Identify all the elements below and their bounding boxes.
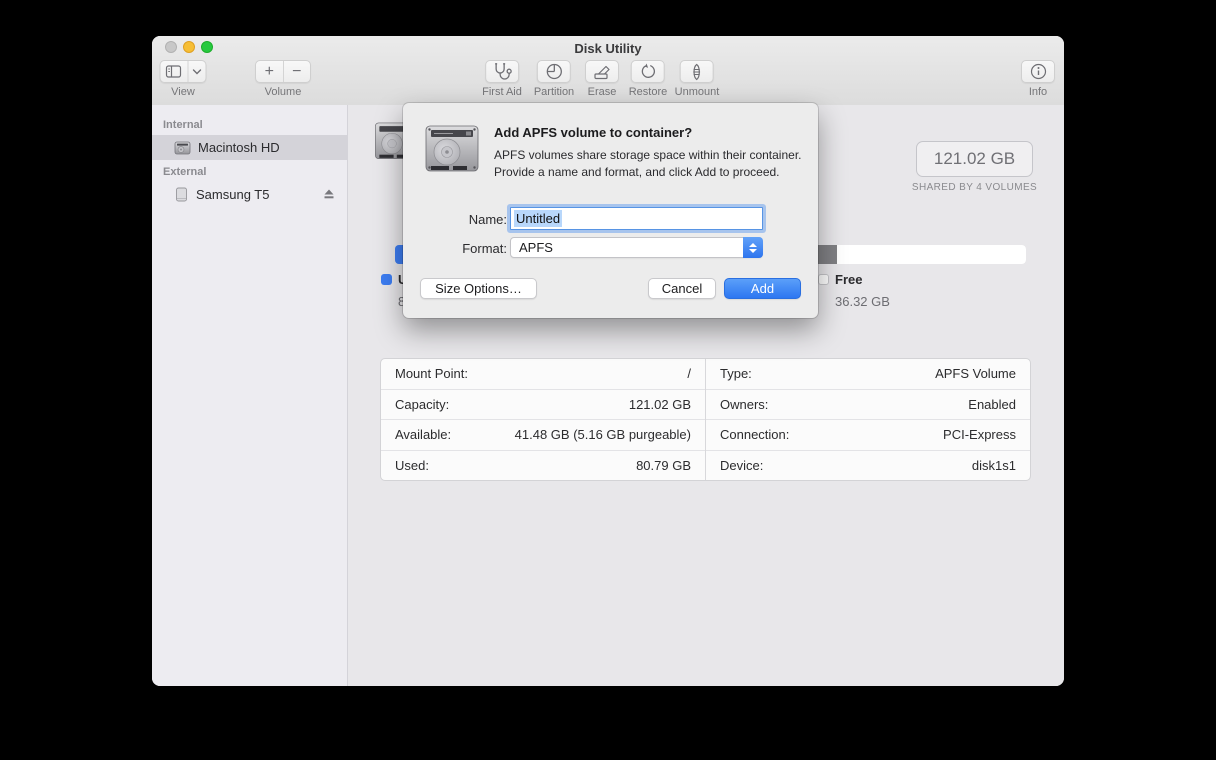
detail-row-device: Device: disk1s1 — [706, 451, 1030, 481]
erase-icon — [593, 64, 611, 80]
detail-label: Owners: — [720, 396, 769, 412]
erase-label: Erase — [587, 86, 617, 98]
eject-icon[interactable] — [323, 188, 335, 200]
partition-label: Partition — [533, 86, 575, 98]
volume-name-input[interactable]: Untitled — [510, 207, 763, 230]
restore-icon — [640, 63, 657, 80]
detail-row-capacity: Capacity: 121.02 GB — [381, 390, 705, 420]
restore-label: Restore — [628, 86, 668, 98]
stethoscope-icon — [492, 63, 512, 80]
pie-icon — [545, 63, 562, 80]
usage-segment-other — [817, 245, 837, 264]
internal-drive-icon — [174, 141, 191, 155]
title-toolbar: Disk Utility View + − Volume First Aid P… — [152, 36, 1064, 106]
volume-segmented-control: + − — [255, 60, 311, 83]
detail-value: PCI-Express — [943, 427, 1016, 443]
sidebar-item-label: Macintosh HD — [198, 140, 280, 155]
detail-value: 121.02 GB — [628, 396, 691, 412]
info-label: Info — [1028, 86, 1048, 98]
first-aid-tool: First Aid — [482, 60, 522, 98]
unmount-tool: Unmount — [674, 60, 720, 98]
detail-value: APFS Volume — [935, 366, 1016, 382]
detail-label: Available: — [395, 427, 452, 443]
restore-tool: Restore — [628, 60, 668, 98]
sidebar-item-samsung-t5[interactable]: Samsung T5 — [152, 182, 347, 207]
name-input-selected-text: Untitled — [514, 210, 563, 227]
name-field-label: Name: — [468, 212, 507, 227]
detail-row-connection: Connection: PCI-Express — [706, 420, 1030, 451]
capacity-box: 121.02 GB — [916, 141, 1033, 177]
sidebar-item-label: Samsung T5 — [196, 187, 270, 202]
detail-row-type: Type: APFS Volume — [706, 359, 1030, 390]
view-button[interactable] — [159, 60, 207, 83]
detail-row-owners: Owners: Enabled — [706, 390, 1030, 420]
detail-value: 80.79 GB — [636, 457, 691, 473]
disk-utility-window: Disk Utility View + − Volume First Aid P… — [152, 36, 1064, 686]
used-swatch — [381, 274, 392, 285]
detail-label: Used: — [395, 457, 429, 473]
volume-label: Volume — [264, 86, 302, 98]
restore-button[interactable] — [631, 60, 665, 83]
remove-volume-button[interactable]: − — [284, 61, 311, 82]
legend-free-label: Free — [835, 272, 863, 287]
sidebar-section-internal: Internal — [163, 119, 203, 131]
info-tool: Info — [1021, 60, 1055, 98]
external-drive-icon — [174, 187, 189, 203]
detail-row-available: Available: 41.48 GB (5.16 GB purgeable) — [381, 420, 705, 451]
detail-row-used: Used: 80.79 GB — [381, 451, 705, 481]
detail-label: Type: — [720, 366, 752, 382]
erase-tool: Erase — [585, 60, 619, 98]
sidebar: Internal Macintosh HD External Samsung T… — [152, 105, 348, 686]
unmount-button[interactable] — [679, 60, 714, 83]
partition-tool: Partition — [534, 60, 574, 98]
volume-tool: + − Volume — [255, 60, 311, 98]
size-options-button[interactable]: Size Options… — [420, 278, 537, 299]
hard-drive-icon — [423, 123, 481, 177]
dropdown-stepper-icon — [743, 237, 763, 258]
window-title: Disk Utility — [574, 41, 642, 56]
sidebar-toggle-icon — [161, 61, 188, 82]
detail-label: Device: — [720, 457, 764, 473]
view-label: View — [171, 86, 195, 98]
unmount-icon — [691, 63, 703, 81]
add-button[interactable]: Add — [724, 278, 801, 299]
detail-value: Enabled — [968, 396, 1016, 412]
sidebar-section-external: External — [163, 166, 207, 178]
capacity-caption: SHARED BY 4 VOLUMES — [911, 182, 1038, 193]
unmount-label: Unmount — [674, 86, 720, 98]
free-swatch — [818, 274, 829, 285]
format-dropdown[interactable]: APFS — [510, 237, 763, 258]
first-aid-label: First Aid — [482, 86, 522, 98]
cancel-button[interactable]: Cancel — [648, 278, 716, 299]
dialog-body-text: APFS volumes share storage space within … — [494, 148, 802, 180]
sidebar-item-macintosh-hd[interactable]: Macintosh HD — [152, 135, 347, 160]
detail-label: Capacity: — [395, 396, 450, 412]
partition-button[interactable] — [536, 60, 571, 83]
chevron-down-icon — [188, 61, 205, 82]
detail-value: 41.48 GB (5.16 GB purgeable) — [514, 427, 691, 443]
view-tool: View — [159, 60, 207, 98]
info-button[interactable] — [1021, 60, 1055, 83]
detail-label: Mount Point: — [395, 366, 468, 382]
dialog-title: Add APFS volume to container? — [494, 125, 693, 140]
erase-button[interactable] — [585, 60, 619, 83]
format-selected-value: APFS — [519, 240, 553, 255]
detail-value: disk1s1 — [971, 457, 1016, 473]
add-volume-button[interactable]: + — [256, 61, 283, 82]
legend-free-value: 36.32 GB — [835, 294, 890, 309]
format-field-label: Format: — [462, 241, 507, 256]
volume-details-table: Mount Point: / Capacity: 121.02 GB Avail… — [380, 358, 1031, 481]
legend-free: Free 36.32 GB — [818, 272, 890, 309]
detail-label: Connection: — [720, 427, 790, 443]
add-apfs-volume-dialog: Add APFS volume to container? APFS volum… — [403, 103, 818, 318]
detail-value: / — [687, 366, 691, 382]
usage-segment-free — [837, 245, 1026, 264]
info-icon — [1030, 63, 1047, 80]
detail-row-mount-point: Mount Point: / — [381, 359, 705, 390]
first-aid-button[interactable] — [484, 60, 519, 83]
